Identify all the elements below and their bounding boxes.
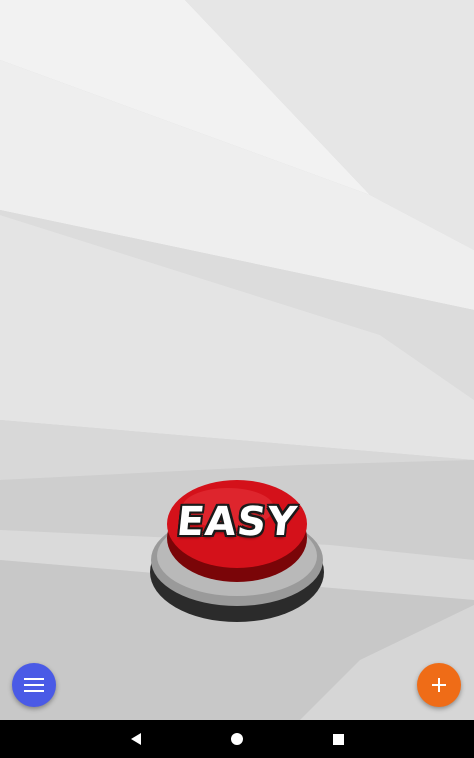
recent-apps-button[interactable] xyxy=(314,720,362,758)
back-button[interactable] xyxy=(112,720,160,758)
plus-icon xyxy=(432,678,446,692)
easy-button-graphic xyxy=(150,480,324,622)
easy-button[interactable]: EASY xyxy=(148,472,326,624)
menu-icon xyxy=(24,678,44,692)
system-nav-bar xyxy=(0,720,474,758)
easy-button-label: EASY xyxy=(174,499,300,545)
home-button[interactable] xyxy=(213,720,261,758)
add-button[interactable] xyxy=(417,663,461,707)
back-icon xyxy=(131,733,141,745)
background-rays xyxy=(0,0,474,758)
recent-apps-icon xyxy=(332,733,344,745)
menu-button[interactable] xyxy=(12,663,56,707)
home-icon xyxy=(231,733,243,745)
